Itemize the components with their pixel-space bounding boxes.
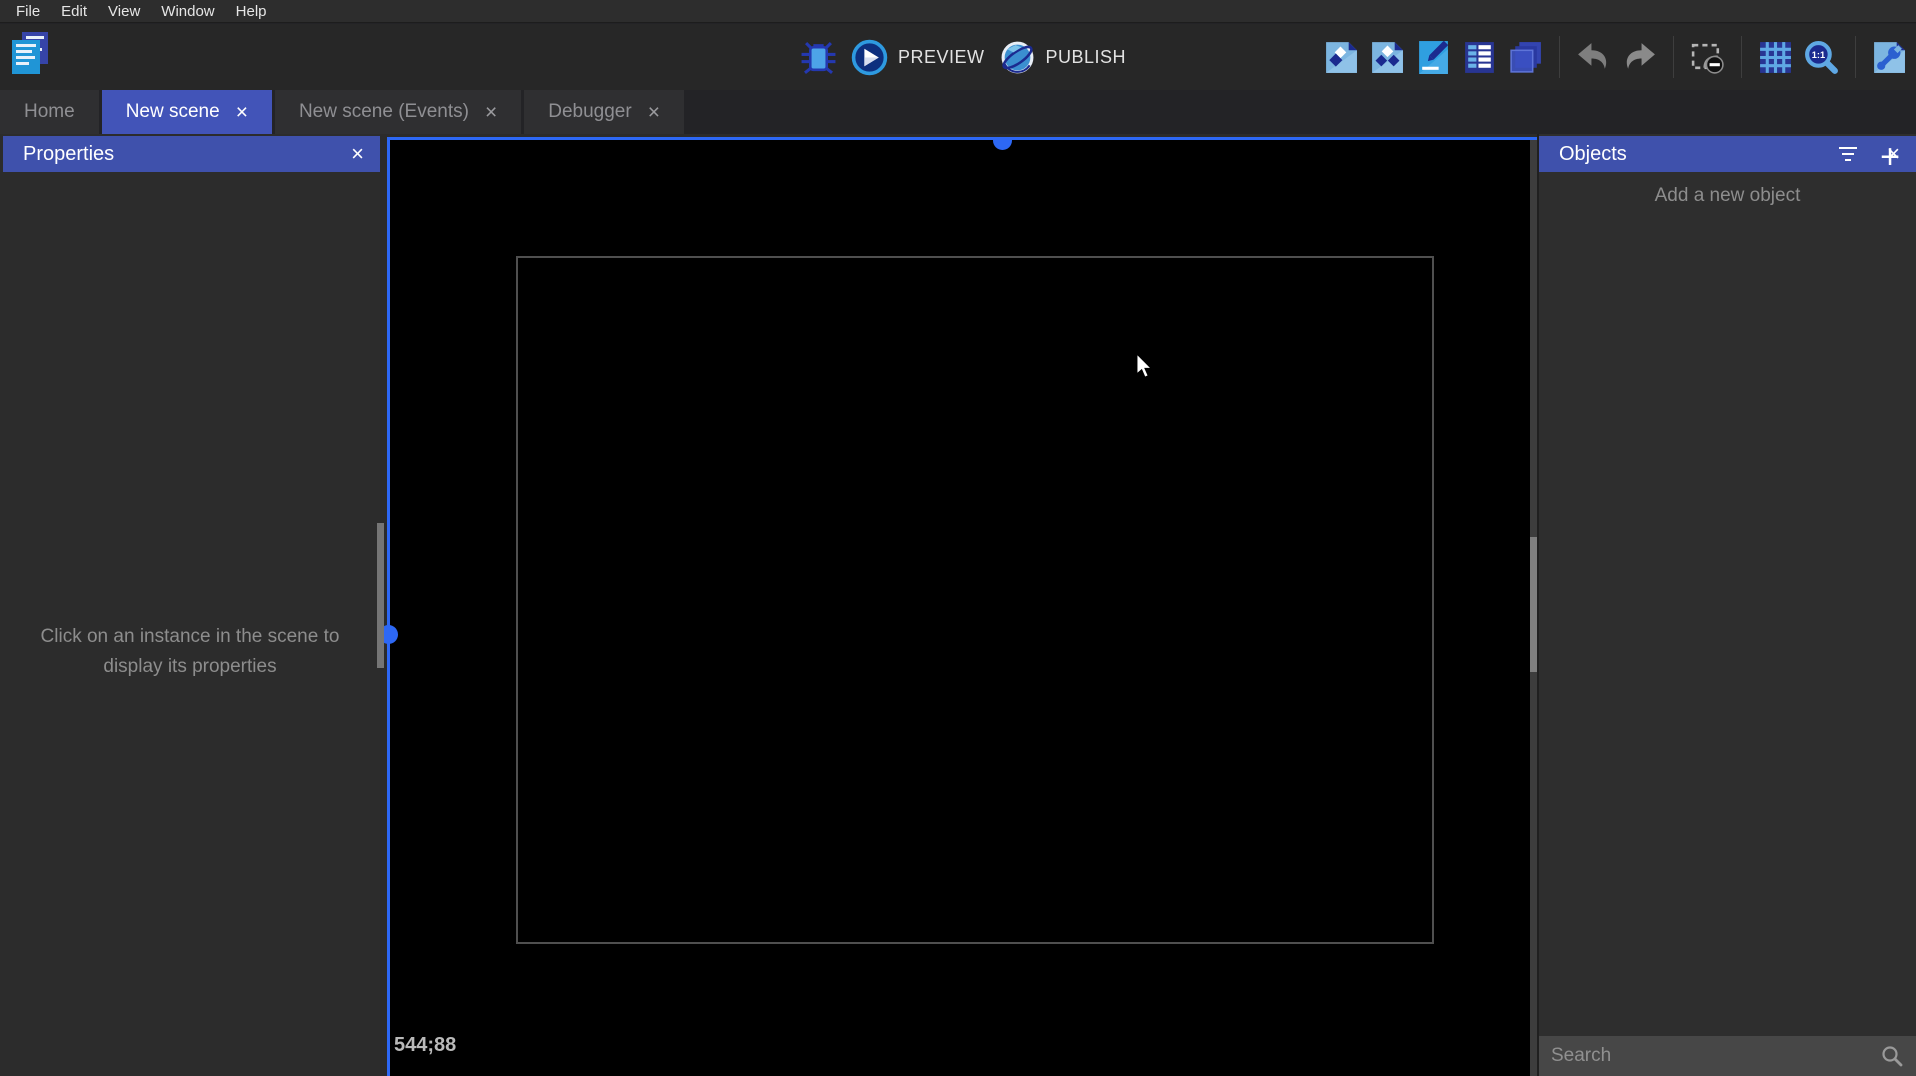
- menu-file[interactable]: File: [8, 3, 53, 20]
- objects-panel: Objects × Add a new object +: [1539, 134, 1916, 1076]
- add-object-label: Add a new object: [1655, 185, 1801, 207]
- tab-new-scene-events[interactable]: New scene (Events) ×: [275, 90, 521, 134]
- canvas-focus-border-left: [387, 137, 390, 1076]
- open-objects-icon[interactable]: [1369, 39, 1406, 76]
- tab-label: Home: [24, 101, 75, 123]
- search-input[interactable]: [1551, 1045, 1880, 1067]
- mouse-cursor: [1136, 354, 1156, 382]
- tab-label: Debugger: [548, 101, 631, 123]
- scene-window-frame: [516, 256, 1434, 944]
- edit-scene-icon[interactable]: [1415, 39, 1452, 76]
- left-scrollbar-thumb[interactable]: [377, 523, 384, 668]
- properties-panel-title: Properties: [23, 143, 114, 166]
- objects-panel-title: Objects: [1559, 143, 1627, 166]
- toolbar-separator: [1559, 36, 1560, 78]
- scene-editor-area: 544;88: [380, 134, 1537, 1076]
- preview-play-icon: [851, 39, 888, 76]
- right-scrollbar-track[interactable]: [1530, 140, 1537, 1076]
- debug-icon[interactable]: [800, 39, 837, 76]
- search-icon: [1880, 1044, 1904, 1068]
- menu-window[interactable]: Window: [153, 3, 227, 20]
- add-new-object-button[interactable]: Add a new object: [1539, 172, 1916, 220]
- delete-selection-icon[interactable]: [1689, 39, 1726, 76]
- setup-grid-icon[interactable]: [1871, 39, 1908, 76]
- main-toolbar: PREVIEW PUBLISH: [0, 24, 1916, 90]
- objects-panel-header: Objects ×: [1539, 136, 1916, 172]
- gdevelop-window: File Edit View Window Help: [0, 0, 1916, 1076]
- tab-label: New scene (Events): [299, 101, 469, 123]
- preview-label: PREVIEW: [898, 47, 985, 68]
- properties-panel: Properties × Click on an instance in the…: [0, 134, 380, 1076]
- tab-debugger[interactable]: Debugger ×: [524, 90, 684, 134]
- undo-icon[interactable]: [1575, 39, 1612, 76]
- tab-label: New scene: [126, 101, 220, 123]
- editor-tab-bar: Home New scene × New scene (Events) × De…: [0, 90, 1916, 134]
- plus-icon[interactable]: +: [1880, 138, 1900, 176]
- properties-panel-header: Properties ×: [3, 136, 380, 172]
- toolbar-right-group: 1:1: [1323, 24, 1908, 90]
- open-layers-icon[interactable]: [1507, 39, 1544, 76]
- menu-view[interactable]: View: [100, 3, 153, 20]
- menu-bar: File Edit View Window Help: [0, 0, 1916, 23]
- open-properties-icon[interactable]: [1323, 39, 1360, 76]
- cursor-coordinates: 544;88: [394, 1034, 456, 1057]
- properties-empty-message: Click on an instance in the scene to dis…: [30, 622, 350, 683]
- zoom-original-icon[interactable]: 1:1: [1803, 39, 1840, 76]
- toolbar-separator: [1673, 36, 1674, 78]
- objects-search-bar: [1539, 1036, 1916, 1076]
- publish-button[interactable]: PUBLISH: [999, 39, 1127, 76]
- tab-new-scene[interactable]: New scene ×: [102, 90, 272, 134]
- app-logo-icon: [8, 30, 52, 78]
- tab-close-icon[interactable]: ×: [485, 102, 497, 123]
- toolbar-center-group: PREVIEW PUBLISH: [800, 24, 1126, 90]
- publish-globe-icon: [999, 39, 1036, 76]
- tab-close-icon[interactable]: ×: [648, 102, 660, 123]
- filter-icon[interactable]: [1837, 143, 1859, 165]
- tab-home[interactable]: Home: [0, 90, 99, 134]
- open-instances-list-icon[interactable]: [1461, 39, 1498, 76]
- menu-edit[interactable]: Edit: [53, 3, 100, 20]
- toolbar-separator: [1741, 36, 1742, 78]
- menu-help[interactable]: Help: [228, 3, 280, 20]
- redo-icon[interactable]: [1621, 39, 1658, 76]
- right-scrollbar-thumb[interactable]: [1530, 537, 1537, 672]
- publish-label: PUBLISH: [1046, 47, 1127, 68]
- canvas-focus-border-top: [387, 137, 1537, 140]
- tab-close-icon[interactable]: ×: [236, 102, 248, 123]
- svg-text:1:1: 1:1: [1812, 50, 1825, 60]
- project-manager-button[interactable]: [8, 30, 56, 82]
- toolbar-separator: [1855, 36, 1856, 78]
- toggle-grid-icon[interactable]: [1757, 39, 1794, 76]
- close-icon[interactable]: ×: [351, 143, 364, 165]
- preview-button[interactable]: PREVIEW: [851, 39, 985, 76]
